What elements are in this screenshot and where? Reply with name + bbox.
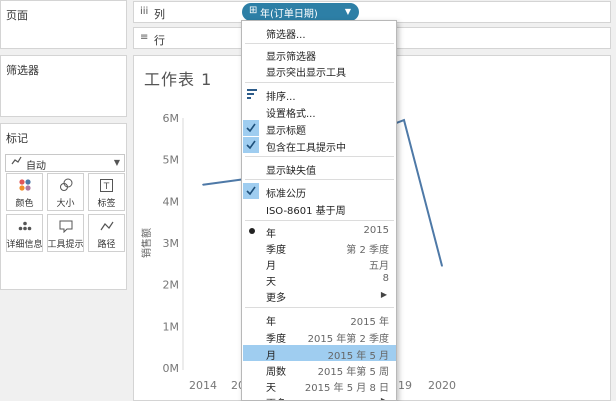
menu-include-tooltip[interactable]: 包含在工具提示中 — [243, 137, 396, 154]
menu-discrete-quarter[interactable]: 季度第 2 季度 — [243, 239, 396, 256]
menu-filter[interactable]: 筛选器... — [243, 24, 396, 41]
menu-show-missing[interactable]: 显示缺失值 — [243, 160, 396, 177]
submenu-arrow-icon: ▶ — [380, 396, 387, 401]
sort-icon — [247, 89, 257, 102]
menu-continuous-month[interactable]: 月 2015 年 5 月 — [243, 345, 396, 362]
menu-continuous-week[interactable]: 周数 2015 年第 5 周 — [243, 361, 396, 378]
menu-show-filter[interactable]: 显示筛选器 — [243, 46, 396, 63]
menu-separator — [245, 179, 394, 180]
y-axis-ticks: 0M 1M 2M 3M 4M 5M 6M — [163, 112, 180, 375]
menu-std-calendar[interactable]: 标准公历 — [243, 183, 396, 200]
y-tick-label: 0M — [163, 362, 180, 375]
submenu-arrow-icon: ▶ — [380, 290, 387, 299]
checkmark-icon — [243, 120, 259, 136]
y-tick-label: 1M — [163, 320, 180, 333]
menu-continuous-year[interactable]: 年 2015 年 — [243, 311, 396, 328]
y-tick-label: 5M — [163, 154, 180, 167]
menu-discrete-more[interactable]: 更多 ▶ — [243, 287, 396, 304]
menu-discrete-day[interactable]: 天8 — [243, 271, 396, 288]
menu-discrete-year[interactable]: 年 2015 — [243, 223, 396, 240]
menu-separator — [245, 307, 394, 308]
menu-show-highlighter[interactable]: 显示突出显示工具 — [243, 62, 396, 79]
menu-discrete-month[interactable]: 月五月 — [243, 255, 396, 272]
menu-show-header[interactable]: 显示标题 — [243, 120, 396, 137]
y-tick-label: 3M — [163, 237, 180, 250]
menu-sort[interactable]: 排序... — [243, 86, 396, 103]
checkmark-icon — [243, 137, 259, 153]
sales-point[interactable] — [403, 119, 405, 121]
menu-continuous-quarter[interactable]: 季度 2015 年第 2 季度 — [243, 328, 396, 345]
menu-continuous-more[interactable]: 更多▶ — [243, 393, 396, 401]
checkmark-icon — [243, 183, 259, 199]
menu-separator — [245, 43, 394, 44]
sales-point[interactable] — [202, 183, 204, 186]
x-tick-label: 19 — [398, 379, 412, 392]
y-tick-label: 6M — [163, 112, 180, 125]
y-tick-label: 4M — [163, 195, 180, 208]
sales-point[interactable] — [441, 265, 443, 267]
menu-separator — [245, 220, 394, 221]
y-tick-label: 2M — [163, 279, 180, 292]
menu-separator — [245, 156, 394, 157]
menu-continuous-day[interactable]: 天 2015 年 5 月 8 日 — [243, 377, 396, 394]
menu-separator — [245, 82, 394, 83]
x-tick-label: 2020 — [428, 379, 456, 392]
selected-dot-icon — [249, 228, 255, 234]
field-context-menu: 筛选器... 显示筛选器 显示突出显示工具 排序... 设置格式... 显示标题… — [241, 20, 397, 401]
menu-format[interactable]: 设置格式... — [243, 103, 396, 120]
menu-iso-week[interactable]: ISO-8601 基于周 — [243, 200, 396, 217]
y-axis-title: 销售额 — [140, 228, 153, 258]
x-tick-label: 2014 — [189, 379, 217, 392]
